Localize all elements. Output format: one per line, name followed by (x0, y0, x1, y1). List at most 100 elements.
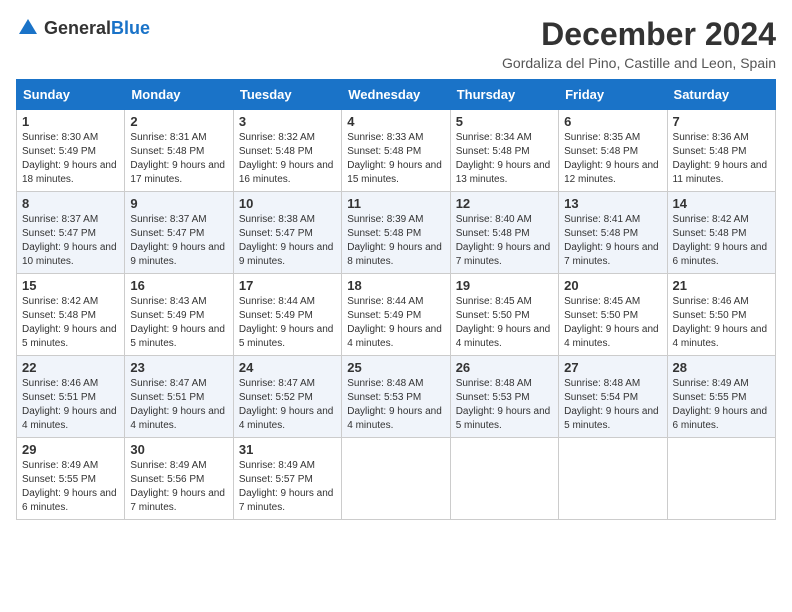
column-header-friday: Friday (559, 80, 667, 110)
cell-info: Sunrise: 8:49 AM Sunset: 5:55 PM Dayligh… (22, 459, 119, 515)
day-number: 27 (564, 360, 661, 375)
day-number: 30 (130, 442, 227, 457)
main-title: December 2024 (502, 16, 776, 53)
cell-info: Sunrise: 8:44 AM Sunset: 5:49 PM Dayligh… (347, 295, 444, 351)
day-number: 17 (239, 278, 336, 293)
calendar-cell: 13Sunrise: 8:41 AM Sunset: 5:48 PM Dayli… (559, 192, 667, 274)
calendar-cell: 5 Sunrise: 8:34 AM Sunset: 5:48 PM Daylig… (450, 110, 558, 192)
logo-icon (16, 16, 40, 40)
calendar-cell: 10 Sunrise: 8:38 AM Sunset: 5:47 PM Dayli… (233, 192, 341, 274)
column-header-sunday: Sunday (17, 80, 125, 110)
calendar-week-row: 29 Sunrise: 8:49 AM Sunset: 5:55 PM Dayli… (17, 438, 776, 520)
cell-info: Sunrise: 8:33 AM Sunset: 5:48 PM Dayligh… (347, 131, 444, 187)
calendar-cell: 25 Sunrise: 8:48 AM Sunset: 5:53 PM Dayli… (342, 356, 450, 438)
calendar-cell: 27 Sunrise: 8:48 AM Sunset: 5:54 PM Dayli… (559, 356, 667, 438)
calendar-cell: 24 Sunrise: 8:47 AM Sunset: 5:52 PM Dayli… (233, 356, 341, 438)
day-number: 22 (22, 360, 119, 375)
calendar-cell: 12Sunrise: 8:40 AM Sunset: 5:48 PM Dayli… (450, 192, 558, 274)
cell-info: Sunrise: 8:42 AM Sunset: 5:48 PM Dayligh… (22, 295, 119, 351)
cell-info: Sunrise: 8:48 AM Sunset: 5:53 PM Dayligh… (347, 377, 444, 433)
calendar-cell: 14 Sunrise: 8:42 AM Sunset: 5:48 PM Dayli… (667, 192, 775, 274)
day-number: 20 (564, 278, 661, 293)
day-number: 10 (239, 196, 336, 211)
day-number: 3 (239, 114, 336, 129)
day-number: 18 (347, 278, 444, 293)
cell-info: Sunrise: 8:34 AM Sunset: 5:48 PM Dayligh… (456, 131, 553, 187)
cell-info: Sunrise: 8:46 AM Sunset: 5:50 PM Dayligh… (673, 295, 770, 351)
cell-info: Sunrise: 8:48 AM Sunset: 5:53 PM Dayligh… (456, 377, 553, 433)
cell-info: Sunrise: 8:43 AM Sunset: 5:49 PM Dayligh… (130, 295, 227, 351)
cell-info: Sunrise: 8:45 AM Sunset: 5:50 PM Dayligh… (456, 295, 553, 351)
column-header-wednesday: Wednesday (342, 80, 450, 110)
day-number: 8 (22, 196, 119, 211)
day-number: 31 (239, 442, 336, 457)
cell-info: Sunrise: 8:47 AM Sunset: 5:52 PM Dayligh… (239, 377, 336, 433)
calendar-cell: 22 Sunrise: 8:46 AM Sunset: 5:51 PM Dayli… (17, 356, 125, 438)
day-number: 26 (456, 360, 553, 375)
calendar-cell: 2 Sunrise: 8:31 AM Sunset: 5:48 PM Daylig… (125, 110, 233, 192)
calendar-cell: 11Sunrise: 8:39 AM Sunset: 5:48 PM Dayli… (342, 192, 450, 274)
calendar-table: SundayMondayTuesdayWednesdayThursdayFrid… (16, 79, 776, 520)
calendar-week-row: 8 Sunrise: 8:37 AM Sunset: 5:47 PM Daylig… (17, 192, 776, 274)
day-number: 2 (130, 114, 227, 129)
column-header-monday: Monday (125, 80, 233, 110)
logo-text: GeneralBlue (44, 18, 150, 39)
calendar-cell: 31 Sunrise: 8:49 AM Sunset: 5:57 PM Dayli… (233, 438, 341, 520)
calendar-cell: 26 Sunrise: 8:48 AM Sunset: 5:53 PM Dayli… (450, 356, 558, 438)
day-number: 25 (347, 360, 444, 375)
day-number: 21 (673, 278, 770, 293)
subtitle: Gordaliza del Pino, Castille and Leon, S… (502, 55, 776, 71)
cell-info: Sunrise: 8:42 AM Sunset: 5:48 PM Dayligh… (673, 213, 770, 269)
calendar-cell (559, 438, 667, 520)
column-header-saturday: Saturday (667, 80, 775, 110)
day-number: 16 (130, 278, 227, 293)
day-number: 14 (673, 196, 770, 211)
column-header-thursday: Thursday (450, 80, 558, 110)
calendar-cell (450, 438, 558, 520)
day-number: 28 (673, 360, 770, 375)
title-section: December 2024 Gordaliza del Pino, Castil… (502, 16, 776, 71)
day-number: 29 (22, 442, 119, 457)
day-number: 19 (456, 278, 553, 293)
page-header: GeneralBlue December 2024 Gordaliza del … (16, 16, 776, 71)
calendar-cell: 7Sunrise: 8:36 AM Sunset: 5:48 PM Daylig… (667, 110, 775, 192)
calendar-week-row: 22 Sunrise: 8:46 AM Sunset: 5:51 PM Dayli… (17, 356, 776, 438)
calendar-cell: 6 Sunrise: 8:35 AM Sunset: 5:48 PM Daylig… (559, 110, 667, 192)
calendar-cell (342, 438, 450, 520)
cell-info: Sunrise: 8:38 AM Sunset: 5:47 PM Dayligh… (239, 213, 336, 269)
calendar-cell (667, 438, 775, 520)
calendar-cell: 23Sunrise: 8:47 AM Sunset: 5:51 PM Dayli… (125, 356, 233, 438)
day-number: 24 (239, 360, 336, 375)
calendar-cell: 21 Sunrise: 8:46 AM Sunset: 5:50 PM Dayli… (667, 274, 775, 356)
calendar-cell: 18 Sunrise: 8:44 AM Sunset: 5:49 PM Dayli… (342, 274, 450, 356)
cell-info: Sunrise: 8:49 AM Sunset: 5:57 PM Dayligh… (239, 459, 336, 515)
cell-info: Sunrise: 8:37 AM Sunset: 5:47 PM Dayligh… (130, 213, 227, 269)
day-number: 9 (130, 196, 227, 211)
cell-info: Sunrise: 8:48 AM Sunset: 5:54 PM Dayligh… (564, 377, 661, 433)
cell-info: Sunrise: 8:40 AM Sunset: 5:48 PM Dayligh… (456, 213, 553, 269)
day-number: 5 (456, 114, 553, 129)
calendar-week-row: 1 Sunrise: 8:30 AM Sunset: 5:49 PM Daylig… (17, 110, 776, 192)
calendar-cell: 9 Sunrise: 8:37 AM Sunset: 5:47 PM Daylig… (125, 192, 233, 274)
day-number: 4 (347, 114, 444, 129)
calendar-cell: 3 Sunrise: 8:32 AM Sunset: 5:48 PM Daylig… (233, 110, 341, 192)
cell-info: Sunrise: 8:31 AM Sunset: 5:48 PM Dayligh… (130, 131, 227, 187)
cell-info: Sunrise: 8:49 AM Sunset: 5:56 PM Dayligh… (130, 459, 227, 515)
calendar-week-row: 15Sunrise: 8:42 AM Sunset: 5:48 PM Dayli… (17, 274, 776, 356)
day-number: 1 (22, 114, 119, 129)
calendar-cell: 30 Sunrise: 8:49 AM Sunset: 5:56 PM Dayli… (125, 438, 233, 520)
cell-info: Sunrise: 8:46 AM Sunset: 5:51 PM Dayligh… (22, 377, 119, 433)
logo: GeneralBlue (16, 16, 150, 40)
cell-info: Sunrise: 8:32 AM Sunset: 5:48 PM Dayligh… (239, 131, 336, 187)
cell-info: Sunrise: 8:30 AM Sunset: 5:49 PM Dayligh… (22, 131, 119, 187)
day-number: 7 (673, 114, 770, 129)
calendar-cell: 8Sunrise: 8:37 AM Sunset: 5:47 PM Daylig… (17, 192, 125, 274)
day-number: 6 (564, 114, 661, 129)
cell-info: Sunrise: 8:35 AM Sunset: 5:48 PM Dayligh… (564, 131, 661, 187)
calendar-cell: 15Sunrise: 8:42 AM Sunset: 5:48 PM Dayli… (17, 274, 125, 356)
cell-info: Sunrise: 8:47 AM Sunset: 5:51 PM Dayligh… (130, 377, 227, 433)
calendar-cell: 17Sunrise: 8:44 AM Sunset: 5:49 PM Dayli… (233, 274, 341, 356)
calendar-cell: 20Sunrise: 8:45 AM Sunset: 5:50 PM Dayli… (559, 274, 667, 356)
calendar-cell: 29 Sunrise: 8:49 AM Sunset: 5:55 PM Dayli… (17, 438, 125, 520)
calendar-cell: 28Sunrise: 8:49 AM Sunset: 5:55 PM Dayli… (667, 356, 775, 438)
